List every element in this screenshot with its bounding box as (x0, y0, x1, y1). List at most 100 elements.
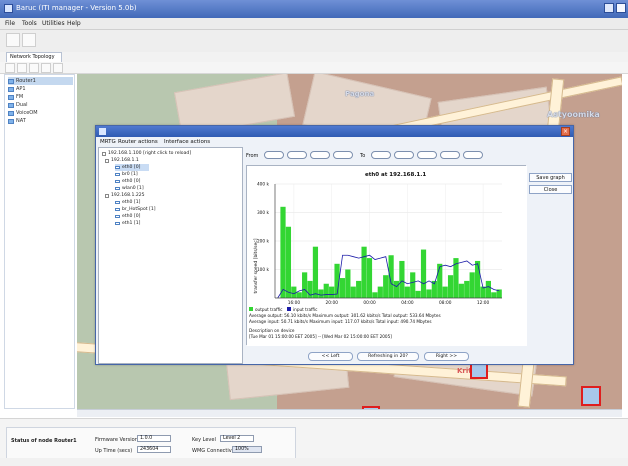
sidebar-item-router1[interactable]: Router1 (8, 77, 73, 85)
delete-icon[interactable] (17, 63, 27, 73)
output-bar (302, 272, 308, 298)
sidebar-item-voiceom[interactable]: VoiceOM (8, 109, 38, 117)
expand-icon[interactable] (105, 158, 109, 163)
status-message (0, 458, 628, 466)
tree-interface[interactable]: eth1 [1] (115, 220, 140, 227)
tree-interface[interactable]: wlan0 [1] (115, 185, 144, 192)
interface-icon (115, 201, 120, 204)
x-tick-label: 00:00 (363, 300, 376, 306)
from-day-field[interactable] (310, 151, 330, 159)
output-bar (469, 272, 475, 298)
interface-icon (115, 180, 120, 183)
dialog-menu-interface-actions[interactable]: Interface actions (164, 139, 210, 145)
sidebar-item-ap1[interactable]: AP1 (8, 85, 26, 93)
output-bar (372, 292, 378, 298)
menu-file[interactable]: File (5, 20, 15, 27)
menu-tools[interactable]: Tools (22, 20, 37, 27)
right-button[interactable]: Right >> (424, 352, 469, 361)
stats-input: Average input: 50.71 kbits/s Maximum inp… (249, 319, 432, 324)
output-bar (404, 286, 410, 298)
from-month-field[interactable] (287, 151, 307, 159)
to-minute-field[interactable] (463, 151, 483, 159)
output-bar (323, 283, 329, 298)
zoom-out-icon[interactable] (41, 63, 51, 73)
voiceom-node[interactable] (581, 386, 601, 406)
traffic-graph-panel: eth0 at 192.168.1.1 transfer speed [bits… (246, 165, 527, 346)
chart-title: eth0 at 192.168.1.1 (365, 172, 426, 178)
tree-node-192-168-1-1[interactable]: 192.168.1.1 (105, 157, 139, 164)
output-bar (491, 292, 497, 298)
topology-toolbar (0, 62, 628, 74)
save-graph-button[interactable]: Save graph (529, 173, 572, 182)
dialog-title-bar: × (96, 126, 573, 137)
from-label: From (246, 153, 259, 159)
to-label: To (360, 153, 366, 159)
tab-network-topology[interactable]: Network Topology (6, 52, 62, 62)
tree-interface[interactable]: eth0 [0] (115, 213, 140, 220)
to-month-field[interactable] (394, 151, 414, 159)
map-horizontal-scrollbar[interactable] (77, 409, 622, 417)
close-button[interactable]: Close (529, 185, 572, 194)
output-bar (383, 275, 389, 298)
expand-icon[interactable] (105, 193, 109, 198)
tree-interface[interactable]: eth0 [0] (115, 178, 140, 185)
menu-bar: File Tools Utilities Help (0, 18, 628, 30)
menu-utilities[interactable]: Utilities (42, 20, 65, 27)
left-button[interactable]: << Left (308, 352, 353, 361)
network-icon[interactable] (22, 33, 36, 47)
output-bar (426, 289, 432, 298)
sidebar-item-dual[interactable]: Dual (8, 101, 27, 109)
interface-icon (115, 173, 120, 176)
to-hour-field[interactable] (440, 151, 460, 159)
from-hour-field[interactable] (333, 151, 353, 159)
output-bar (339, 278, 346, 298)
legend-output-label: output traffic (255, 307, 283, 312)
tree-root[interactable]: 192.168.1.100 [right click to reload] (102, 150, 191, 157)
node-icon (8, 78, 14, 84)
main-toolbar (0, 30, 628, 52)
map-label-pagona: Pagona (345, 90, 375, 98)
to-year-field[interactable] (371, 151, 391, 159)
key-level-label: Key Level (192, 437, 216, 443)
traffic-chart: eth0 at 192.168.1.1 transfer speed [bits… (247, 166, 527, 346)
tree-node-192-168-1-225[interactable]: 192.168.1.225 (105, 192, 145, 199)
tab-row: Network Topology (0, 52, 628, 62)
output-bar (361, 246, 367, 298)
zoom-in-icon[interactable] (29, 63, 39, 73)
sidebar-item-nat[interactable]: NAT (8, 117, 26, 125)
x-tick-label: 16:00 (288, 300, 301, 306)
to-day-field[interactable] (417, 151, 437, 159)
zoom-reset-icon[interactable] (53, 63, 63, 73)
dialog-menu-router-actions[interactable]: Router actions (118, 139, 158, 145)
tree-interface[interactable]: br_HotSpot [1] (115, 206, 156, 213)
expand-icon[interactable] (102, 151, 106, 156)
output-bar (329, 286, 335, 298)
refresh-button[interactable]: Refreshing in 20? (357, 352, 419, 361)
open-icon[interactable] (6, 33, 20, 47)
output-bar (350, 286, 356, 298)
key-level-value: Level 2 (220, 435, 254, 442)
menu-help[interactable]: Help (67, 20, 81, 27)
tree-interface[interactable]: eth0 [1] (115, 199, 140, 206)
title-bar: Baruc (ITI manager - Version 5.0b) (0, 0, 628, 18)
close-icon[interactable]: × (561, 127, 570, 136)
interface-icon (115, 215, 120, 218)
output-bar (447, 275, 454, 298)
dialog-menu-mrtg[interactable]: MRTG (100, 139, 116, 145)
sidebar-item-fm[interactable]: FM (8, 93, 23, 101)
maximize-button[interactable] (616, 3, 626, 13)
zoom-fit-icon[interactable] (5, 63, 15, 73)
legend-input-label: input traffic (293, 307, 318, 312)
tree-interface[interactable]: eth0 [0] (115, 164, 149, 171)
app-icon (4, 4, 13, 13)
output-bar (377, 286, 383, 298)
from-year-field[interactable] (264, 151, 284, 159)
node-icon (8, 102, 14, 108)
tree-interface[interactable]: br0 [1] (115, 171, 138, 178)
x-tick-label: 12:00 (477, 300, 490, 306)
output-bar (474, 260, 481, 298)
window-title: Baruc (ITI manager - Version 5.0b) (16, 4, 137, 12)
node-icon (8, 86, 14, 92)
restore-button[interactable] (604, 3, 614, 13)
output-bar (437, 263, 443, 298)
